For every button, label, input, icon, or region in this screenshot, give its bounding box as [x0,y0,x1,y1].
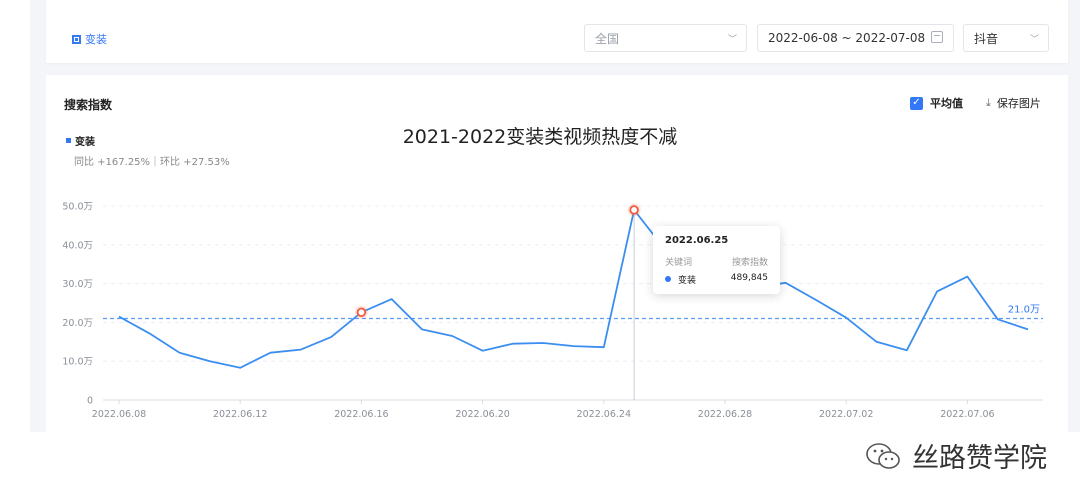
data-point[interactable] [629,205,639,215]
x-axis: 2022.06.08 2022.06.12 2022.06.16 2022.06.20… [92,400,995,420]
x-tick-label: 2022.06.16 [334,409,388,420]
x-tick-label: 2022.06.08 [92,409,146,420]
x-tick-label: 2022.06.28 [698,409,752,420]
tooltip-keyword: 变装 [678,276,697,286]
average-layer: 21.0万 [103,305,1043,320]
line-chart: 0 10.0万 20.0万 30.0万 40.0万 50.0万 21.0万 2022.06… [62,202,1043,420]
y-tick-label: 40.0万 [62,240,93,251]
y-tick-label: 10.0万 [62,357,93,368]
x-tick-label: 2022.06.20 [455,409,509,420]
grid-layer: 0 10.0万 20.0万 30.0万 40.0万 50.0万 [62,202,1043,407]
tooltip-value: 489,845 [730,273,768,283]
x-tick-label: 2022.07.06 [940,409,994,420]
wechat-icon [866,442,900,469]
x-tick-label: 2022.06.24 [577,409,631,420]
y-tick-label: 20.0万 [62,318,93,329]
y-tick-label: 0 [87,396,93,407]
watermark: 丝路赞学院 [864,436,1047,475]
tooltip-col-index: 搜索指数 [731,258,768,268]
series-line [118,209,1029,369]
points-layer[interactable] [354,203,641,319]
watermark-text: 丝路赞学院 [912,443,1047,474]
data-point[interactable] [356,307,367,318]
y-tick-label: 50.0万 [62,202,93,213]
data-tooltip: 2022.06.25 关键词 搜索指数 变装 489,845 [653,226,780,294]
average-label: 21.0万 [1008,305,1040,316]
series-dot-icon [665,276,671,282]
tooltip-col-keyword: 关键词 [665,258,693,268]
tooltip-date: 2022.06.25 [665,235,729,246]
x-tick-label: 2022.07.02 [819,409,873,420]
x-tick-label: 2022.06.12 [213,409,267,420]
series-layer [118,209,1029,369]
y-tick-label: 30.0万 [62,279,93,290]
